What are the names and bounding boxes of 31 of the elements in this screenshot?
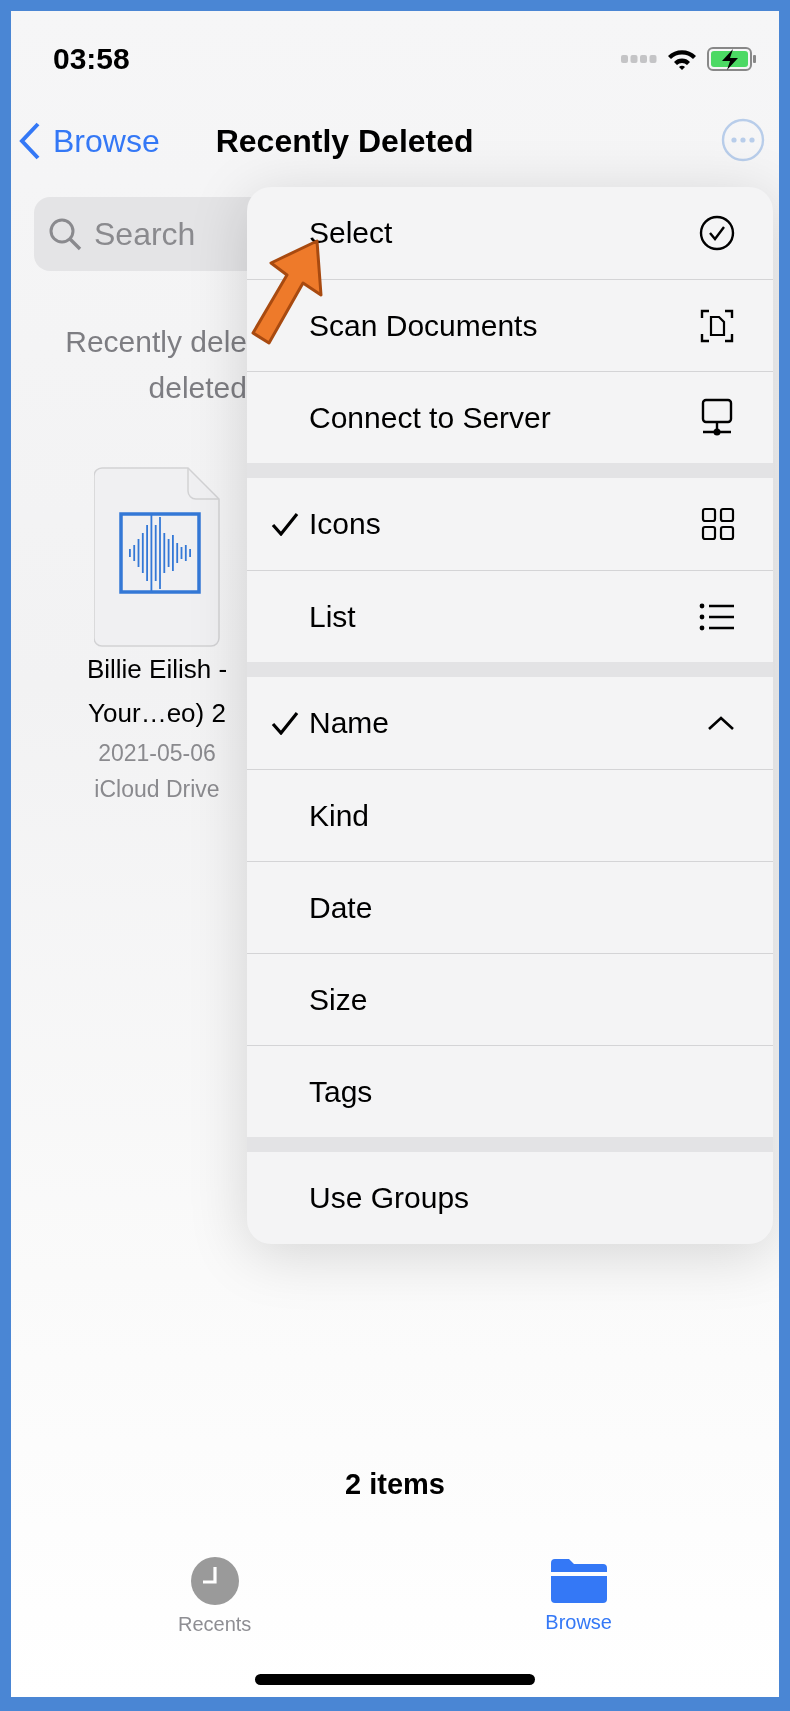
monitor-network-icon <box>699 397 735 438</box>
menu-item[interactable]: Use Groups <box>247 1152 773 1244</box>
folder-icon <box>550 1557 607 1603</box>
list-icon <box>699 602 735 631</box>
nav-title: Recently Deleted <box>215 122 475 160</box>
signal-icon <box>621 54 657 64</box>
chevron-left-icon <box>19 122 41 160</box>
status-time: 03:58 <box>53 42 130 76</box>
grid-icon <box>701 507 735 541</box>
chevron-up-icon <box>707 715 735 731</box>
item-count: 2 items <box>344 1468 446 1501</box>
notice-text: deleted <box>148 370 247 406</box>
battery-charging-icon <box>707 47 757 71</box>
file-name: Your…eo) 2 <box>88 697 226 730</box>
audio-file-icon[interactable] <box>94 467 220 647</box>
clock-icon <box>190 1557 239 1605</box>
menu-item[interactable]: Date <box>247 861 773 953</box>
file-name: Billie Eilish - <box>86 653 228 686</box>
menu-item[interactable]: Icons <box>247 478 773 570</box>
menu-item[interactable]: Kind <box>247 769 773 861</box>
file-location: iCloud Drive <box>94 775 220 804</box>
notice-text: Recently dele <box>65 324 247 360</box>
tab-item[interactable]: Browse <box>545 1557 612 1636</box>
wifi-icon <box>667 48 697 70</box>
file-date: 2021-05-06 <box>98 739 216 768</box>
search-icon <box>48 217 82 251</box>
menu-item[interactable]: Name <box>247 677 773 769</box>
document-scan-icon <box>699 307 735 344</box>
menu-item[interactable]: Size <box>247 953 773 1045</box>
checkmark-circle-icon <box>699 215 735 251</box>
back-button[interactable]: Browse <box>19 122 160 160</box>
